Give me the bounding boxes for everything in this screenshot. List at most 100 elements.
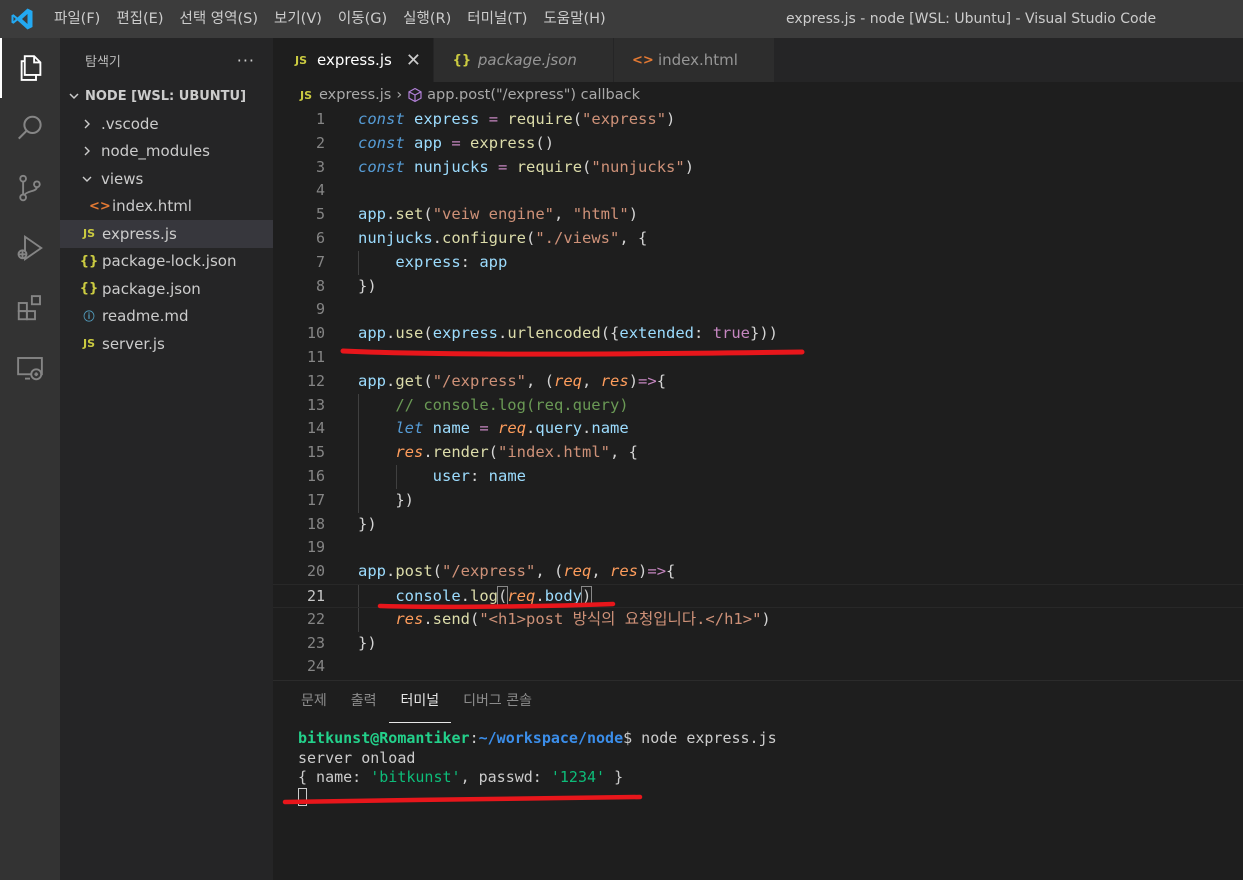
tree-item[interactable]: JS server.js xyxy=(60,330,273,358)
code-token: }) xyxy=(358,514,377,533)
code-token: app xyxy=(358,324,386,343)
extensions-button[interactable] xyxy=(0,278,60,338)
code-token: , ( xyxy=(526,371,555,390)
terminal-line-server: server onload xyxy=(298,748,416,767)
terminal-value-passwd: '1234' xyxy=(550,768,606,786)
line-code: const app = express() xyxy=(358,132,554,156)
breadcrumb-symbol[interactable]: app.post("/express") callback xyxy=(427,87,640,103)
menu-item-4[interactable]: 이동(G) xyxy=(330,0,395,38)
code-token: ) xyxy=(628,205,639,224)
terminal-line-body-end: } xyxy=(605,768,624,786)
chevron-right-icon xyxy=(79,116,95,132)
menu-item-2[interactable]: 선택 영역(S) xyxy=(172,0,267,38)
line-number: 3 xyxy=(315,157,325,176)
code-line: 13 // console.log(req.query) xyxy=(273,394,1243,418)
tab-0[interactable]: JS express.js ✕ xyxy=(273,38,434,82)
code-line: 8}) xyxy=(273,275,1243,299)
terminal-prompt-user: bitkunst@Romantiker xyxy=(298,729,470,747)
source-control-button[interactable] xyxy=(0,158,60,218)
code-token: ) xyxy=(684,157,695,176)
menu-item-1[interactable]: 편집(E) xyxy=(108,0,171,38)
tree-item[interactable]: <> index.html xyxy=(60,193,273,221)
tab-1[interactable]: {} package.json xyxy=(433,38,614,82)
code-token: nunjucks xyxy=(414,157,489,176)
sidebar-title: 탐색기 xyxy=(85,54,121,70)
explorer-button[interactable] xyxy=(0,38,60,98)
code-token: : xyxy=(469,467,489,485)
chevron-right-icon xyxy=(79,143,95,159)
panel-tab-0[interactable]: 문제 xyxy=(289,681,339,723)
terminal-command: node express.js xyxy=(632,729,777,747)
panel-tab-2[interactable]: 터미널 xyxy=(388,681,452,723)
code-token: ( xyxy=(423,205,433,224)
code-line: 9 xyxy=(273,298,1243,322)
breadcrumb-file[interactable]: express.js xyxy=(319,87,391,103)
terminal-line-body-start: { name: xyxy=(298,768,371,786)
code-token: . xyxy=(423,609,433,628)
run-debug-button[interactable] xyxy=(0,218,60,278)
info-file-icon: ⓘ xyxy=(83,310,95,324)
menu-item-5[interactable]: 실행(R) xyxy=(395,0,459,38)
terminal-cursor xyxy=(298,788,307,806)
terminal-prompt-sep: : xyxy=(469,729,479,747)
tab-2[interactable]: <> index.html xyxy=(613,38,775,82)
search-button[interactable] xyxy=(0,98,60,158)
line-number: 24 xyxy=(306,657,325,676)
code-token: , xyxy=(554,205,573,224)
menu-item-3[interactable]: 보기(V) xyxy=(266,0,330,38)
code-token: { xyxy=(666,562,676,581)
tree-item[interactable]: {} package.json xyxy=(60,275,273,303)
code-token: ( xyxy=(432,562,443,581)
tree-item[interactable]: ⓘ readme.md xyxy=(60,303,273,331)
code-token: let xyxy=(395,419,424,438)
code-line: 21 console.log(req.body) xyxy=(273,584,1243,608)
code-editor[interactable]: 1 const express = require("express") 2 cons… xyxy=(273,108,1243,680)
code-token: const xyxy=(358,133,405,152)
close-icon[interactable]: ✕ xyxy=(406,50,421,71)
tree-item[interactable]: {} package-lock.json xyxy=(60,248,273,276)
panel-tab-1[interactable]: 출력 xyxy=(339,681,389,723)
code-token: use xyxy=(395,324,424,343)
code-token: res xyxy=(600,371,629,390)
more-actions-icon[interactable]: ··· xyxy=(237,51,255,70)
code-token: const xyxy=(358,110,405,128)
line-number: 13 xyxy=(306,395,325,414)
tree-item[interactable]: views xyxy=(60,165,273,193)
code-token: name xyxy=(488,467,526,485)
code-token: true xyxy=(712,324,751,343)
menu-item-0[interactable]: 파일(F) xyxy=(46,0,108,38)
line-code: let name = req.query.name xyxy=(358,417,628,441)
tree-item[interactable]: .vscode xyxy=(60,110,273,138)
code-token: ( xyxy=(496,586,509,606)
tree-item[interactable]: node_modules xyxy=(60,138,273,166)
code-line: 14 let name = req.query.name xyxy=(273,417,1243,441)
line-number: 15 xyxy=(306,443,325,462)
terminal-output[interactable]: bitkunst@Romantiker:~/workspace/node$ no… xyxy=(298,729,777,807)
code-line: 22 res.send("<h1>post 방식의 요청입니다.</h1>") xyxy=(273,608,1243,632)
panel-tab-3[interactable]: 디버그 콘솔 xyxy=(451,681,544,723)
code-token: set xyxy=(395,205,424,224)
bottom-panel: 문제 출력 터미널 디버그 콘솔 bitkunst@Romantiker:~/work… xyxy=(273,680,1243,880)
line-number: 21 xyxy=(306,587,325,605)
terminal-prompt-end: $ xyxy=(623,729,633,747)
line-number: 4 xyxy=(315,181,325,200)
line-code: }) xyxy=(358,632,377,656)
menu-item-7[interactable]: 도움말(H) xyxy=(535,0,613,38)
tab-label: package.json xyxy=(477,51,577,69)
code-token: ( xyxy=(470,609,480,628)
menu-item-6[interactable]: 터미널(T) xyxy=(459,0,535,38)
workspace-section-header[interactable]: NODE [WSL: UBUNTU] xyxy=(60,82,273,110)
line-number: 16 xyxy=(306,467,325,485)
vscode-logo-icon xyxy=(11,8,33,30)
breadcrumb: JS express.js › app.post("/express") cal… xyxy=(273,82,1243,108)
code-token: . xyxy=(526,419,536,438)
code-token: user xyxy=(432,467,470,485)
tree-item[interactable]: JS express.js xyxy=(60,220,273,248)
remote-explorer-button[interactable] xyxy=(0,338,60,398)
code-token: , ( xyxy=(535,562,564,581)
line-number: 20 xyxy=(306,562,325,581)
